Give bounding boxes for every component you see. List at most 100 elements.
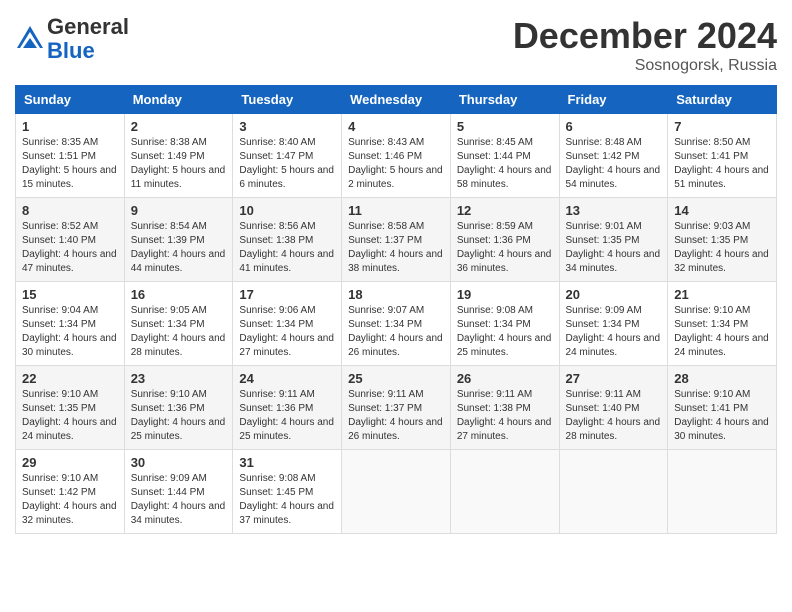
page-header: General Blue December 2024 Sosnogorsk, R… — [15, 15, 777, 75]
sunrise-label: Sunrise: 9:11 AM — [239, 389, 314, 400]
calendar-cell: 9 Sunrise: 8:54 AM Sunset: 1:39 PM Dayli… — [124, 198, 233, 282]
day-number: 16 — [131, 287, 227, 302]
sunrise-label: Sunrise: 9:10 AM — [22, 389, 98, 400]
day-number: 18 — [348, 287, 444, 302]
calendar-cell: 29 Sunrise: 9:10 AM Sunset: 1:42 PM Dayl… — [16, 450, 125, 534]
sunrise-label: Sunrise: 8:59 AM — [457, 221, 533, 232]
sunrise-label: Sunrise: 9:09 AM — [566, 305, 642, 316]
daylight-label: Daylight: 4 hours and 54 minutes. — [566, 165, 661, 190]
weekday-header-sunday: Sunday — [16, 86, 125, 114]
sunrise-label: Sunrise: 8:56 AM — [239, 221, 315, 232]
cell-content: Sunrise: 8:43 AM Sunset: 1:46 PM Dayligh… — [348, 136, 444, 192]
sunrise-label: Sunrise: 8:35 AM — [22, 137, 98, 148]
sunset-label: Sunset: 1:45 PM — [239, 487, 313, 498]
daylight-label: Daylight: 4 hours and 25 minutes. — [457, 333, 552, 358]
day-number: 28 — [674, 371, 770, 386]
daylight-label: Daylight: 4 hours and 30 minutes. — [674, 417, 769, 442]
day-number: 8 — [22, 203, 118, 218]
sunrise-label: Sunrise: 8:40 AM — [239, 137, 315, 148]
cell-content: Sunrise: 9:11 AM Sunset: 1:38 PM Dayligh… — [457, 388, 553, 444]
sunrise-label: Sunrise: 9:10 AM — [674, 389, 750, 400]
day-number: 9 — [131, 203, 227, 218]
calendar-cell: 20 Sunrise: 9:09 AM Sunset: 1:34 PM Dayl… — [559, 282, 668, 366]
sunrise-label: Sunrise: 9:11 AM — [457, 389, 532, 400]
calendar-table: SundayMondayTuesdayWednesdayThursdayFrid… — [15, 85, 777, 534]
daylight-label: Daylight: 4 hours and 32 minutes. — [22, 501, 117, 526]
calendar-cell: 25 Sunrise: 9:11 AM Sunset: 1:37 PM Dayl… — [342, 366, 451, 450]
sunset-label: Sunset: 1:41 PM — [674, 403, 748, 414]
calendar-cell: 6 Sunrise: 8:48 AM Sunset: 1:42 PM Dayli… — [559, 114, 668, 198]
calendar-cell: 7 Sunrise: 8:50 AM Sunset: 1:41 PM Dayli… — [668, 114, 777, 198]
calendar-cell: 10 Sunrise: 8:56 AM Sunset: 1:38 PM Dayl… — [233, 198, 342, 282]
cell-content: Sunrise: 9:09 AM Sunset: 1:34 PM Dayligh… — [566, 304, 662, 360]
sunset-label: Sunset: 1:35 PM — [566, 235, 640, 246]
daylight-label: Daylight: 4 hours and 34 minutes. — [131, 501, 226, 526]
weekday-header-thursday: Thursday — [450, 86, 559, 114]
daylight-label: Daylight: 4 hours and 26 minutes. — [348, 417, 443, 442]
daylight-label: Daylight: 4 hours and 27 minutes. — [457, 417, 552, 442]
cell-content: Sunrise: 9:03 AM Sunset: 1:35 PM Dayligh… — [674, 220, 770, 276]
day-number: 17 — [239, 287, 335, 302]
logo-blue-text: Blue — [47, 38, 95, 63]
cell-content: Sunrise: 9:11 AM Sunset: 1:37 PM Dayligh… — [348, 388, 444, 444]
sunrise-label: Sunrise: 9:10 AM — [674, 305, 750, 316]
daylight-label: Daylight: 4 hours and 28 minutes. — [131, 333, 226, 358]
weekday-header-row: SundayMondayTuesdayWednesdayThursdayFrid… — [16, 86, 777, 114]
cell-content: Sunrise: 8:48 AM Sunset: 1:42 PM Dayligh… — [566, 136, 662, 192]
day-number: 6 — [566, 119, 662, 134]
cell-content: Sunrise: 9:08 AM Sunset: 1:34 PM Dayligh… — [457, 304, 553, 360]
calendar-cell: 8 Sunrise: 8:52 AM Sunset: 1:40 PM Dayli… — [16, 198, 125, 282]
calendar-cell: 19 Sunrise: 9:08 AM Sunset: 1:34 PM Dayl… — [450, 282, 559, 366]
sunrise-label: Sunrise: 9:09 AM — [131, 473, 207, 484]
sunset-label: Sunset: 1:42 PM — [22, 487, 96, 498]
title-block: December 2024 Sosnogorsk, Russia — [513, 15, 777, 75]
sunrise-label: Sunrise: 8:38 AM — [131, 137, 207, 148]
daylight-label: Daylight: 5 hours and 11 minutes. — [131, 165, 226, 190]
daylight-label: Daylight: 4 hours and 24 minutes. — [674, 333, 769, 358]
cell-content: Sunrise: 8:52 AM Sunset: 1:40 PM Dayligh… — [22, 220, 118, 276]
daylight-label: Daylight: 4 hours and 44 minutes. — [131, 249, 226, 274]
day-number: 3 — [239, 119, 335, 134]
calendar-cell: 23 Sunrise: 9:10 AM Sunset: 1:36 PM Dayl… — [124, 366, 233, 450]
calendar-week-row: 8 Sunrise: 8:52 AM Sunset: 1:40 PM Dayli… — [16, 198, 777, 282]
daylight-label: Daylight: 4 hours and 51 minutes. — [674, 165, 769, 190]
weekday-header-friday: Friday — [559, 86, 668, 114]
sunset-label: Sunset: 1:44 PM — [131, 487, 205, 498]
daylight-label: Daylight: 4 hours and 38 minutes. — [348, 249, 443, 274]
daylight-label: Daylight: 4 hours and 41 minutes. — [239, 249, 334, 274]
daylight-label: Daylight: 4 hours and 32 minutes. — [674, 249, 769, 274]
weekday-header-tuesday: Tuesday — [233, 86, 342, 114]
daylight-label: Daylight: 4 hours and 26 minutes. — [348, 333, 443, 358]
day-number: 1 — [22, 119, 118, 134]
calendar-cell: 31 Sunrise: 9:08 AM Sunset: 1:45 PM Dayl… — [233, 450, 342, 534]
sunset-label: Sunset: 1:37 PM — [348, 403, 422, 414]
cell-content: Sunrise: 9:07 AM Sunset: 1:34 PM Dayligh… — [348, 304, 444, 360]
cell-content: Sunrise: 8:38 AM Sunset: 1:49 PM Dayligh… — [131, 136, 227, 192]
daylight-label: Daylight: 4 hours and 24 minutes. — [22, 417, 117, 442]
cell-content: Sunrise: 9:05 AM Sunset: 1:34 PM Dayligh… — [131, 304, 227, 360]
calendar-cell — [450, 450, 559, 534]
sunrise-label: Sunrise: 9:06 AM — [239, 305, 315, 316]
logo: General Blue — [15, 15, 129, 63]
sunrise-label: Sunrise: 9:05 AM — [131, 305, 207, 316]
weekday-header-saturday: Saturday — [668, 86, 777, 114]
day-number: 10 — [239, 203, 335, 218]
cell-content: Sunrise: 9:06 AM Sunset: 1:34 PM Dayligh… — [239, 304, 335, 360]
calendar-cell: 18 Sunrise: 9:07 AM Sunset: 1:34 PM Dayl… — [342, 282, 451, 366]
calendar-cell: 4 Sunrise: 8:43 AM Sunset: 1:46 PM Dayli… — [342, 114, 451, 198]
cell-content: Sunrise: 8:35 AM Sunset: 1:51 PM Dayligh… — [22, 136, 118, 192]
daylight-label: Daylight: 4 hours and 36 minutes. — [457, 249, 552, 274]
calendar-cell — [559, 450, 668, 534]
calendar-cell — [342, 450, 451, 534]
calendar-week-row: 1 Sunrise: 8:35 AM Sunset: 1:51 PM Dayli… — [16, 114, 777, 198]
day-number: 7 — [674, 119, 770, 134]
sunrise-label: Sunrise: 9:01 AM — [566, 221, 642, 232]
cell-content: Sunrise: 9:10 AM Sunset: 1:36 PM Dayligh… — [131, 388, 227, 444]
day-number: 13 — [566, 203, 662, 218]
daylight-label: Daylight: 4 hours and 37 minutes. — [239, 501, 334, 526]
calendar-cell: 12 Sunrise: 8:59 AM Sunset: 1:36 PM Dayl… — [450, 198, 559, 282]
cell-content: Sunrise: 9:09 AM Sunset: 1:44 PM Dayligh… — [131, 472, 227, 528]
sunset-label: Sunset: 1:36 PM — [131, 403, 205, 414]
daylight-label: Daylight: 4 hours and 58 minutes. — [457, 165, 552, 190]
sunset-label: Sunset: 1:42 PM — [566, 151, 640, 162]
